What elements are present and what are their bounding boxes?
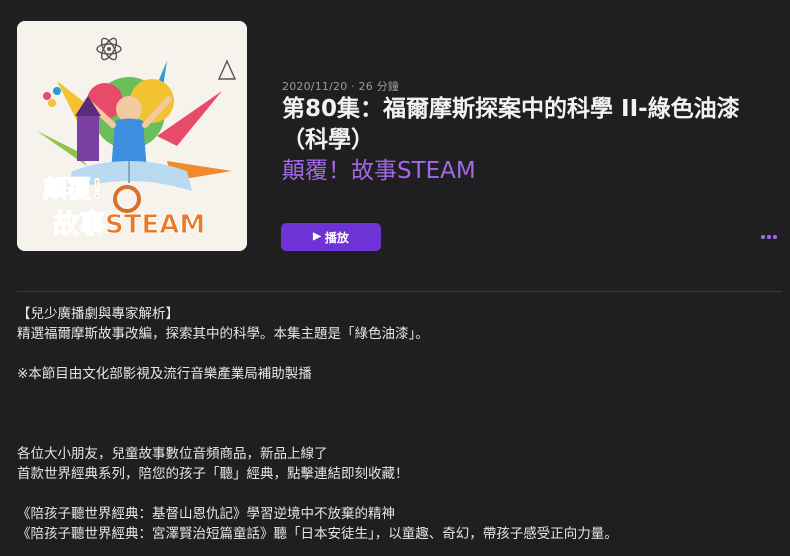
- podcast-episode-page: 顛覆！ 故事STEAM 2020/11/20 · 26 分鐘 第80集：福爾摩斯…: [0, 0, 790, 556]
- description-line: 《陪孩子聽世界經典：基督山恩仇記》學習逆境中不放棄的精神: [17, 506, 395, 522]
- description-line: 各位大小朋友，兒童故事數位音頻商品，新品上線了: [17, 446, 328, 462]
- artwork-title-line1: 顛覆！: [42, 175, 115, 203]
- description-line: 【兒少廣播劇與專家解析】: [17, 306, 179, 322]
- description-line: 精選福爾摩斯故事改編，探索其中的科學。本集主題是「綠色油漆」。: [17, 326, 429, 342]
- episode-title-line2: （科學）: [282, 127, 374, 153]
- more-icon-dot: [773, 235, 777, 239]
- play-button-label: 播放: [324, 230, 349, 245]
- episode-title: 第80集：福爾摩斯探案中的科學 II-綠色油漆 （科學）: [282, 94, 777, 156]
- description-line: ※本節目由文化部影視及流行音樂產業局補助製播: [17, 366, 312, 382]
- artwork-title-line2: 故事STEAM: [53, 210, 205, 240]
- play-button[interactable]: ▶ 播放: [281, 223, 381, 251]
- description-line: 《陪孩子聽世界經典：宮澤賢治短篇童話》聽「日本安徒生」，以童趣、奇幻，帶孩子感受…: [17, 526, 618, 542]
- artwork-illustration: 顛覆！ 故事STEAM: [17, 21, 247, 251]
- episode-description: 【兒少廣播劇與專家解析】 精選福爾摩斯故事改編，探索其中的科學。本集主題是「綠色…: [17, 304, 777, 544]
- episode-artwork: 顛覆！ 故事STEAM: [17, 21, 247, 251]
- section-divider: [17, 291, 782, 292]
- description-line: 首款世界經典系列，陪您的孩子「聽」經典，點擊連結即刻收藏！: [17, 466, 409, 482]
- episode-meta: 2020/11/20 · 26 分鐘: [282, 80, 399, 93]
- episode-title-line1: 第80集：福爾摩斯探案中的科學 II-綠色油漆: [282, 96, 740, 122]
- show-title-link[interactable]: 顛覆！故事STEAM: [282, 156, 476, 187]
- play-icon: ▶: [313, 231, 321, 242]
- more-options-button[interactable]: [757, 229, 781, 245]
- more-icon-dot: [761, 235, 765, 239]
- more-icon-dot: [767, 235, 771, 239]
